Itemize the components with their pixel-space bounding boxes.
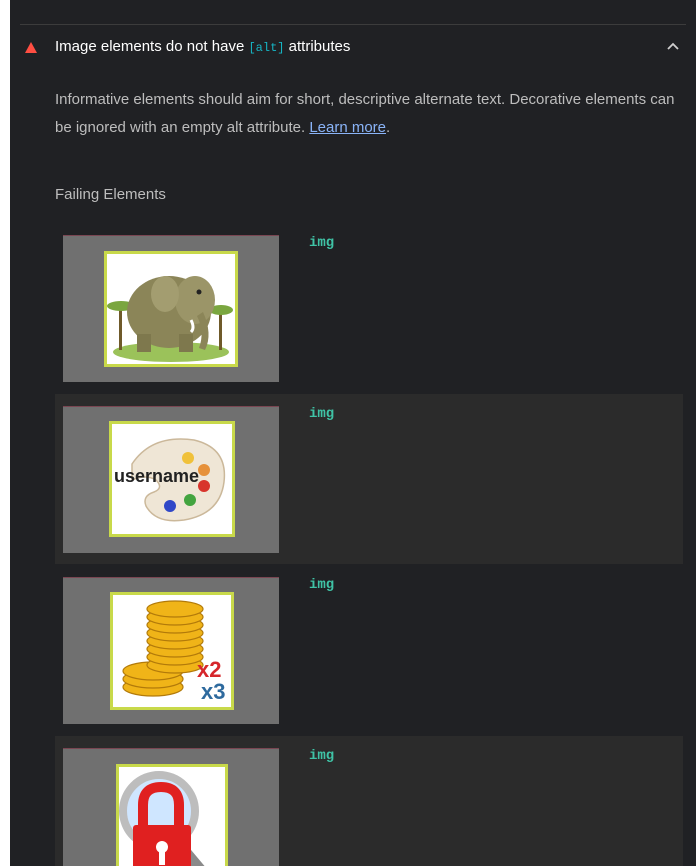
element-tag: img xyxy=(309,235,335,251)
description-period: . xyxy=(386,119,391,136)
audit-title-suffix: attributes xyxy=(284,38,351,55)
padlock-magnifier-image xyxy=(116,764,228,866)
audit-description: Informative elements should aim for shor… xyxy=(55,86,675,142)
failing-element-row[interactable]: x2 x3 img xyxy=(55,565,683,735)
element-thumbnail: x2 x3 xyxy=(63,577,279,724)
username-palette-image: username xyxy=(109,421,235,537)
chevron-up-icon[interactable] xyxy=(666,41,680,51)
element-tag: img xyxy=(309,748,335,764)
failing-element-row[interactable]: img xyxy=(55,736,683,866)
gold-coins-image: x2 x3 xyxy=(110,592,234,710)
learn-more-link[interactable]: Learn more xyxy=(309,119,386,136)
username-image-text: username xyxy=(114,466,199,486)
failing-element-row[interactable]: username img xyxy=(55,394,683,564)
audit-title-prefix: Image elements do not have xyxy=(55,38,249,55)
elephant-image xyxy=(104,251,238,367)
element-thumbnail: username xyxy=(63,406,279,553)
failing-element-row[interactable]: img xyxy=(55,223,683,393)
element-thumbnail xyxy=(63,748,279,866)
element-thumbnail xyxy=(63,235,279,382)
element-tag: img xyxy=(309,406,335,422)
audit-panel: Image elements do not have [alt] attribu… xyxy=(10,0,696,866)
warning-triangle-icon xyxy=(25,42,37,53)
audit-header[interactable]: Image elements do not have [alt] attribu… xyxy=(10,25,696,71)
element-tag: img xyxy=(309,577,335,593)
coin-multiplier-x3: x3 xyxy=(201,679,225,704)
failing-elements-title: Failing Elements xyxy=(55,186,166,203)
alt-code: [alt] xyxy=(248,41,285,55)
audit-title: Image elements do not have [alt] attribu… xyxy=(55,38,350,55)
